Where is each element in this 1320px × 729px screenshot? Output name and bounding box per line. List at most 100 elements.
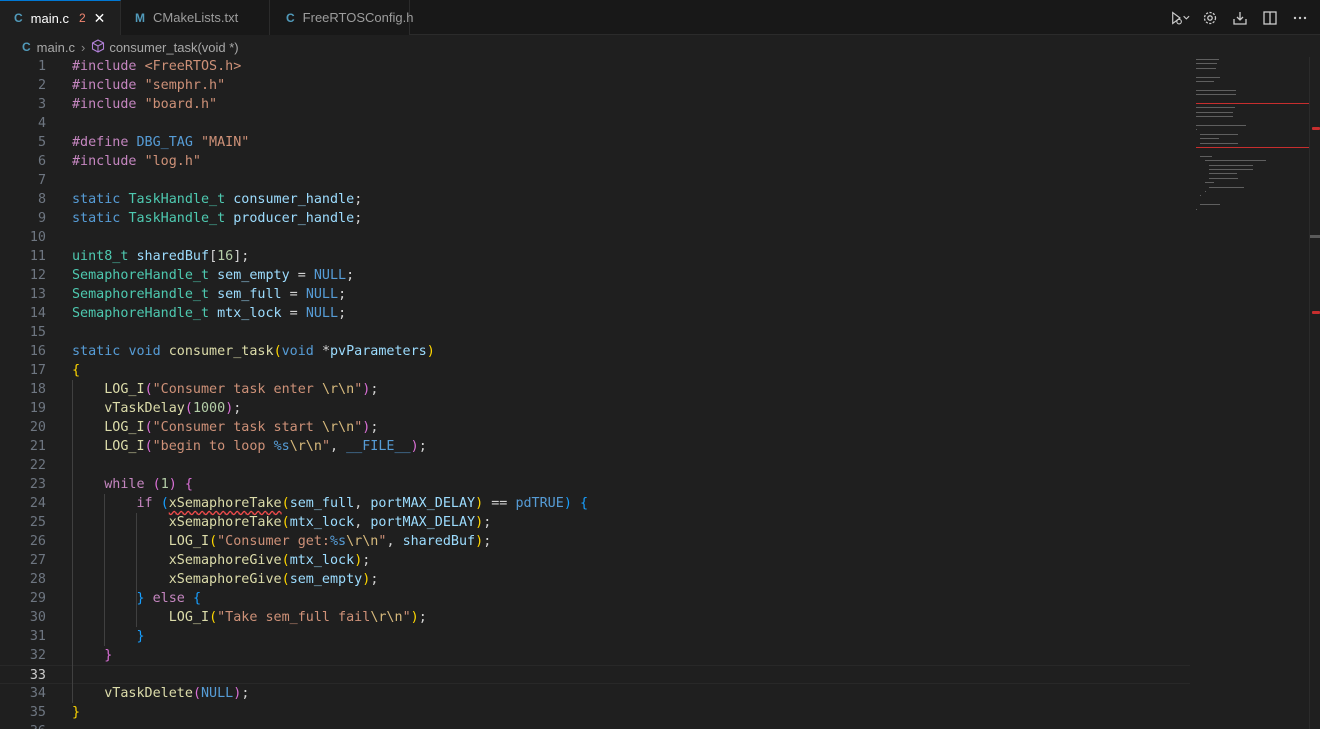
code-line[interactable]: 15	[0, 323, 1190, 342]
code-line[interactable]: 8 static TaskHandle_t consumer_handle;	[0, 190, 1190, 209]
code-token: =	[281, 287, 306, 302]
code-line[interactable]: 28 xSemaphoreGive(sem_empty);	[0, 570, 1190, 589]
code-line[interactable]: 6 #include "log.h"	[0, 152, 1190, 171]
code-line[interactable]: 32 }	[0, 646, 1190, 665]
minimap-line	[1196, 81, 1214, 82]
code-token: (	[144, 382, 153, 397]
code-token: consumer_handle	[233, 192, 355, 207]
code-editor[interactable]: 1 #include <FreeRTOS.h> 2 #include "semphr.…	[0, 57, 1190, 729]
code-token: "	[402, 610, 411, 625]
code-token: ;	[241, 686, 250, 701]
run-debug-icon[interactable]	[1170, 8, 1190, 28]
cmake-file-icon: M	[135, 10, 145, 25]
close-icon[interactable]: ✕	[94, 10, 106, 27]
minimap-line	[1196, 129, 1198, 131]
vertical-scrollbar[interactable]	[1309, 57, 1320, 729]
tab-freertosconfig[interactable]: C FreeRTOSConfig.h	[270, 0, 413, 35]
code-token: "semphr.h"	[144, 78, 226, 93]
split-editor-icon[interactable]	[1260, 8, 1280, 28]
code-token: (	[144, 420, 153, 435]
tab-main-c[interactable]: C main.c 2 ✕	[0, 0, 121, 35]
code-line[interactable]: 3 #include "board.h"	[0, 95, 1190, 114]
code-token: ,	[354, 515, 371, 530]
code-line[interactable]: 29 } else {	[0, 589, 1190, 608]
breadcrumb-symbol[interactable]: consumer_task(void *)	[109, 40, 238, 55]
minimap-line	[1209, 186, 1245, 188]
code-line[interactable]: 33	[0, 665, 1190, 684]
code-token: mtx_lock	[289, 553, 355, 568]
code-token: ,	[354, 496, 371, 511]
code-token: {	[184, 477, 193, 492]
code-token: while	[104, 477, 153, 492]
code-line[interactable]: 14 SemaphoreHandle_t mtx_lock = NULL;	[0, 304, 1190, 323]
code-line[interactable]: 23 while (1) {	[0, 475, 1190, 494]
indent-guide	[136, 513, 138, 627]
code-line[interactable]: 26 LOG_I("Consumer get:%s\r\n", sharedBu…	[0, 532, 1190, 551]
code-line[interactable]: 16 static void consumer_task(void *pvPara…	[0, 342, 1190, 361]
minimap-line	[1204, 182, 1214, 184]
minimap-line	[1196, 107, 1235, 109]
code-token: (	[209, 610, 218, 625]
code-token: sem_empty	[289, 572, 363, 587]
breadcrumb-file[interactable]: main.c	[37, 40, 75, 55]
code-line[interactable]: 4	[0, 114, 1190, 133]
code-line[interactable]: 9 static TaskHandle_t producer_handle;	[0, 209, 1190, 228]
code-token: <FreeRTOS.h>	[144, 59, 242, 74]
tab-cmakelists[interactable]: M CMakeLists.txt	[121, 0, 270, 35]
code-token: LOG_I	[104, 439, 145, 454]
line-number: 34	[29, 686, 46, 701]
code-token: SemaphoreHandle_t	[72, 306, 218, 321]
code-text: #include "board.h"	[72, 95, 217, 114]
minimap-line	[1204, 160, 1267, 162]
code-token: =	[281, 306, 306, 321]
code-line[interactable]: 17 {	[0, 361, 1190, 380]
code-token: ,	[330, 439, 347, 454]
scrollbar-thumb[interactable]	[1310, 235, 1320, 238]
gear-icon[interactable]	[1200, 8, 1220, 28]
code-token: "Consumer task enter	[152, 382, 322, 397]
code-line[interactable]: 30 LOG_I("Take sem_full fail\r\n");	[0, 608, 1190, 627]
code-line[interactable]: 12 SemaphoreHandle_t sem_empty = NULL;	[0, 266, 1190, 285]
code-line[interactable]: 13 SemaphoreHandle_t sem_full = NULL;	[0, 285, 1190, 304]
code-line[interactable]: 25 xSemaphoreTake(mtx_lock, portMAX_DELA…	[0, 513, 1190, 532]
minimap-line	[1196, 67, 1216, 69]
code-token: ==	[483, 496, 516, 511]
minimap[interactable]	[1196, 57, 1310, 237]
code-line[interactable]: 22	[0, 456, 1190, 475]
code-line[interactable]: 34 vTaskDelete(NULL);	[0, 684, 1190, 703]
code-line[interactable]: 18 LOG_I("Consumer task enter \r\n");	[0, 380, 1190, 399]
code-line[interactable]: 19 vTaskDelay(1000);	[0, 399, 1190, 418]
code-token: static	[72, 211, 129, 226]
code-line[interactable]: 27 xSemaphoreGive(mtx_lock);	[0, 551, 1190, 570]
minimap-line	[1200, 138, 1220, 140]
code-line[interactable]: 21 LOG_I("begin to loop %s\r\n", __FILE_…	[0, 437, 1190, 456]
minimap-line	[1196, 111, 1234, 113]
code-text: SemaphoreHandle_t mtx_lock = NULL;	[72, 304, 346, 323]
code-token: )	[475, 534, 484, 549]
line-number: 20	[29, 420, 46, 435]
code-line[interactable]: 2 #include "semphr.h"	[0, 76, 1190, 95]
code-line[interactable]: 11 uint8_t sharedBuf[16];	[0, 247, 1190, 266]
line-number: 27	[29, 553, 46, 568]
code-token: TaskHandle_t	[128, 211, 234, 226]
code-line[interactable]: 31 }	[0, 627, 1190, 646]
code-line[interactable]: 35}	[0, 703, 1190, 722]
code-line[interactable]: 1 #include <FreeRTOS.h>	[0, 57, 1190, 76]
tab-label: CMakeLists.txt	[153, 10, 239, 25]
code-text: LOG_I("Consumer task start \r\n");	[72, 418, 378, 437]
code-line[interactable]: 24 if (xSemaphoreTake(sem_full, portMAX_…	[0, 494, 1190, 513]
code-token: (	[209, 534, 218, 549]
code-line[interactable]: 10	[0, 228, 1190, 247]
code-text: uint8_t sharedBuf[16];	[72, 247, 249, 266]
code-text: static TaskHandle_t producer_handle;	[72, 209, 362, 228]
code-line[interactable]: 7	[0, 171, 1190, 190]
code-line[interactable]: 36	[0, 722, 1190, 729]
code-line[interactable]: 20 LOG_I("Consumer task start \r\n");	[0, 418, 1190, 437]
code-token: "board.h"	[144, 97, 218, 112]
download-icon[interactable]	[1230, 8, 1250, 28]
code-line[interactable]: 5 #define DBG_TAG "MAIN"	[0, 133, 1190, 152]
code-text: xSemaphoreGive(sem_empty);	[72, 570, 379, 589]
more-actions-icon[interactable]	[1290, 8, 1310, 28]
